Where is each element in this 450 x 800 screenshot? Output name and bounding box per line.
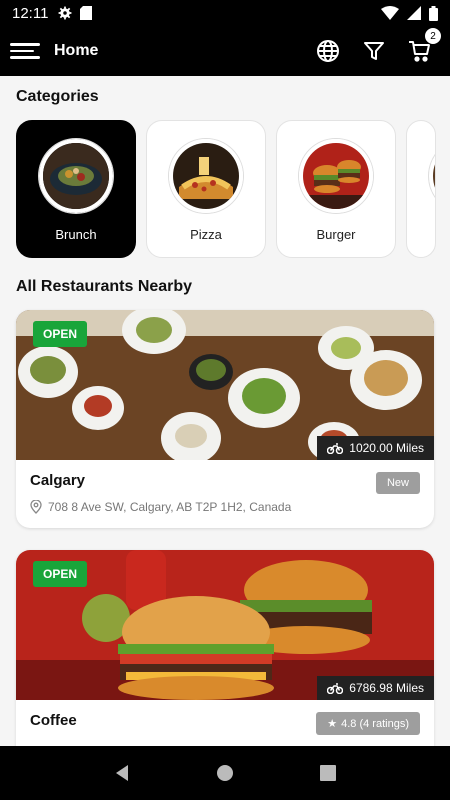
status-time: 12:11 [12,4,49,22]
category-label: Pizza [190,227,222,242]
restaurant-image: OPEN 1020.00 Miles [16,310,434,460]
nearby-title: All Restaurants Nearby [16,278,193,295]
signal-icon [407,6,421,20]
location-pin-icon [30,500,42,514]
category-burger[interactable]: Burger [276,120,396,258]
category-label: Brunch [55,227,97,242]
category-label: Burger [316,227,356,242]
battery-icon [429,5,438,21]
menu-line [10,49,34,53]
category-partial[interactable]: V [406,120,436,258]
menu-line [10,56,40,59]
brunch-image [39,139,113,213]
language-button[interactable] [316,39,340,63]
app-bar: Home 2 [0,26,450,76]
system-nav-bar [0,746,450,800]
burger-image [299,139,373,213]
restaurant-address: 708 8 Ave SW, Calgary, AB T2P 1H2, Canad… [30,500,420,514]
categories-title: Categories [16,88,99,105]
settings-gear-icon [59,6,72,20]
rating-badge: ★ 4.8 (4 ratings) [316,712,420,735]
motorcycle-icon [327,443,344,454]
menu-button[interactable] [10,36,42,66]
sd-card-icon [80,6,93,20]
new-tag: New [375,472,420,494]
motorcycle-icon [327,683,344,694]
category-pizza[interactable]: Pizza [146,120,266,258]
distance-text: 1020.00 Miles [349,441,424,455]
restaurant-name: Calgary [30,472,86,489]
restaurant-info: Coffee ★ 4.8 (4 ratings) [16,700,434,746]
category-brunch[interactable]: Brunch [16,120,136,258]
home-content[interactable]: Categories Brunch Pizza Burger V All Res… [0,76,450,746]
restaurant-card-coffee[interactable]: OPEN 6786.98 Miles Coffee ★ 4.8 (4 ratin… [16,550,434,746]
address-text: 708 8 Ave SW, Calgary, AB T2P 1H2, Canad… [48,500,292,514]
menu-line [10,43,40,46]
open-status-badge: OPEN [33,321,88,347]
filter-button[interactable] [362,39,386,63]
back-icon[interactable] [113,764,131,782]
distance-badge: 6786.98 Miles [317,676,434,700]
recents-square-icon[interactable] [319,764,337,782]
status-bar: 12:11 [0,0,450,26]
rating-text: 4.8 (4 ratings) [341,717,409,730]
pizza-image [169,139,243,213]
globe-icon [317,40,339,62]
restaurant-info: Calgary 708 8 Ave SW, Calgary, AB T2P 1H… [16,460,434,528]
distance-badge: 1020.00 Miles [317,436,434,460]
cart-button[interactable]: 2 [408,27,442,63]
category-list[interactable]: Brunch Pizza Burger V [0,120,450,258]
restaurant-card-calgary[interactable]: OPEN 1020.00 Miles Calgary 708 8 Ave SW,… [16,310,434,528]
wifi-icon [381,6,399,20]
distance-text: 6786.98 Miles [349,681,424,695]
page-title: Home [54,42,99,59]
filter-icon [364,42,384,60]
restaurant-image: OPEN 6786.98 Miles [16,550,434,700]
star-icon: ★ [327,718,338,730]
home-circle-icon[interactable] [216,764,234,782]
open-status-badge: OPEN [33,561,88,587]
category-partial-image [429,139,435,213]
cart-count-badge: 2 [424,27,442,45]
